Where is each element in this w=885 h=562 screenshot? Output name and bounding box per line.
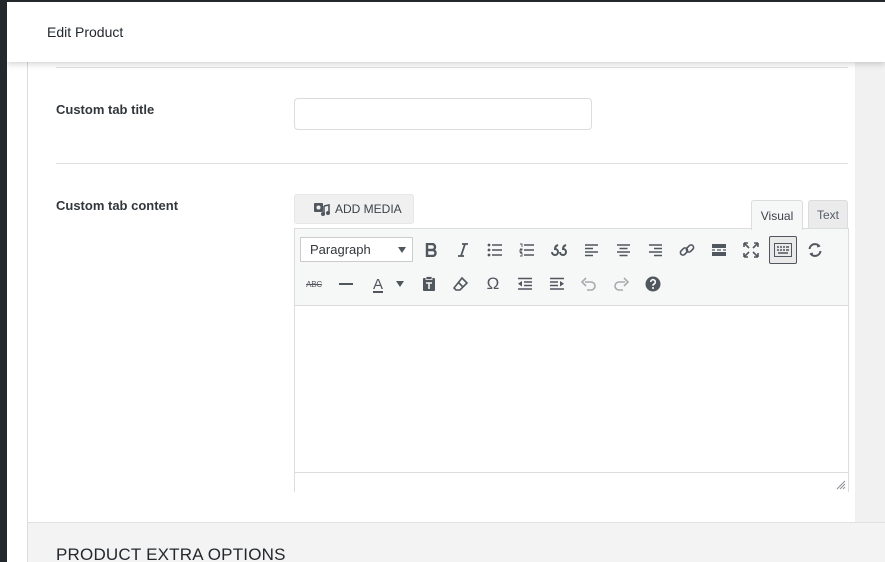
editor-content-area[interactable] <box>295 306 848 472</box>
outdent-button[interactable] <box>511 270 539 298</box>
format-select-value: Paragraph <box>310 242 371 257</box>
redo-icon <box>614 277 629 291</box>
chevron-down-icon <box>396 281 404 287</box>
modal-title: Edit Product <box>47 24 124 40</box>
italic-button[interactable] <box>449 236 477 264</box>
help-button[interactable] <box>639 270 667 298</box>
special-character-button[interactable]: Ω <box>479 270 507 298</box>
link-button[interactable] <box>673 236 701 264</box>
sync-button[interactable] <box>801 236 829 264</box>
divider <box>56 67 848 68</box>
fullscreen-button[interactable] <box>737 236 765 264</box>
paste-text-button[interactable] <box>415 270 443 298</box>
horizontal-line-icon <box>339 283 353 285</box>
align-center-button[interactable] <box>609 236 637 264</box>
bold-button[interactable] <box>417 236 445 264</box>
scroll-gutter <box>855 62 885 522</box>
toolbar-toggle-button[interactable] <box>769 236 797 264</box>
tab-text[interactable]: Text <box>808 200 848 229</box>
blockquote-icon <box>551 244 567 256</box>
tab-visual[interactable]: Visual <box>751 200 803 230</box>
indent-button[interactable] <box>543 270 571 298</box>
rich-text-editor: Paragraph ABC A Ω <box>294 228 849 492</box>
paste-text-icon <box>423 276 435 291</box>
text-color-button[interactable]: A <box>364 270 392 298</box>
section-title: PRODUCT EXTRA OPTIONS <box>56 545 286 562</box>
divider <box>56 163 848 164</box>
indent-icon <box>550 277 564 290</box>
read-more-button[interactable] <box>705 236 733 264</box>
special-character-icon: Ω <box>486 274 500 293</box>
add-media-button[interactable]: ADD MEDIA <box>294 194 414 224</box>
clear-formatting-icon <box>453 276 469 291</box>
text-color-icon: A <box>372 275 383 293</box>
chevron-down-icon <box>398 247 406 253</box>
align-left-button[interactable] <box>577 236 605 264</box>
toolbar-toggle-icon <box>774 243 792 257</box>
undo-icon <box>581 277 596 291</box>
clear-formatting-button[interactable] <box>447 270 475 298</box>
align-right-icon <box>648 244 662 257</box>
align-right-button[interactable] <box>641 236 669 264</box>
editor-statusbar <box>295 472 848 492</box>
product-extra-options-section: PRODUCT EXTRA OPTIONS <box>27 522 885 562</box>
custom-tab-title-label: Custom tab title <box>56 102 155 117</box>
product-panel: Custom tab title Custom tab content ADD … <box>27 62 885 522</box>
bold-icon <box>425 243 437 257</box>
read-more-icon <box>712 244 726 256</box>
link-icon <box>679 244 695 256</box>
horizontal-line-button[interactable] <box>332 270 360 298</box>
blockquote-button[interactable] <box>545 236 573 264</box>
format-select[interactable]: Paragraph <box>300 237 413 262</box>
undo-button[interactable] <box>575 270 603 298</box>
edit-product-modal: Edit Product Custom tab title Custom tab… <box>7 2 885 562</box>
custom-tab-content-label: Custom tab content <box>56 198 179 213</box>
sync-icon <box>808 243 822 257</box>
resize-handle-icon[interactable] <box>836 480 846 490</box>
numbered-list-button[interactable] <box>513 236 541 264</box>
bulleted-list-button[interactable] <box>481 236 509 264</box>
custom-tab-title-input[interactable] <box>294 98 592 130</box>
align-left-icon <box>584 244 598 257</box>
modal-header: Edit Product <box>7 2 885 62</box>
numbered-list-icon <box>519 243 534 257</box>
align-center-icon <box>616 244 630 257</box>
fullscreen-icon <box>743 242 759 258</box>
help-icon <box>645 276 661 292</box>
add-media-label: ADD MEDIA <box>335 202 402 216</box>
redo-button[interactable] <box>607 270 635 298</box>
editor-toolbar: Paragraph ABC A Ω <box>295 229 848 306</box>
add-media-icon <box>314 203 330 216</box>
strikethrough-icon: ABC <box>306 279 322 289</box>
text-color-dropdown[interactable] <box>391 270 409 298</box>
bulleted-list-icon <box>487 243 502 257</box>
italic-icon <box>458 243 468 257</box>
strikethrough-button[interactable]: ABC <box>300 270 328 298</box>
outdent-icon <box>518 277 532 290</box>
